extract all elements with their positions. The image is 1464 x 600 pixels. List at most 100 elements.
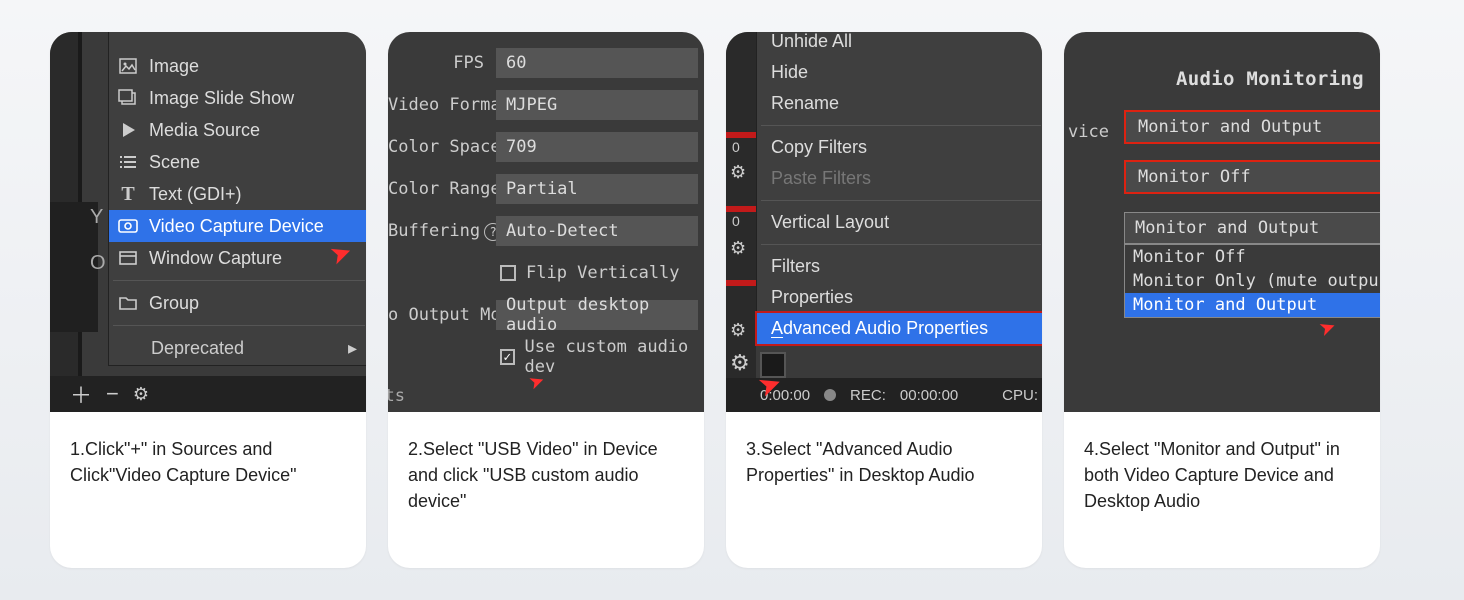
video-format-label: Video Format [388,95,496,115]
sources-item-video-capture-device[interactable]: Video Capture Device [109,210,366,242]
flip-vertically-checkbox[interactable] [500,265,516,281]
color-space-label: Color Space [388,137,496,157]
step-card-3: 0 ⚙ 0 ⚙ ⚙ ⚙ Unhide All Hide Rename Copy … [726,32,1042,568]
slideshow-icon [117,87,139,109]
output-mode-label: o Output Mode [388,305,496,325]
step-caption-4: 4.Select "Monitor and Output" in both Vi… [1064,412,1380,568]
fps-row: FPS 60 [388,42,704,84]
item-label: Image Slide Show [149,88,294,109]
color-space-field[interactable]: 709 [496,132,698,162]
screenshot-3: 0 ⚙ 0 ⚙ ⚙ ⚙ Unhide All Hide Rename Copy … [726,32,1042,412]
folder-icon [117,292,139,314]
monitoring-select-row-1[interactable]: Monitor and Output [1124,110,1380,144]
gear-icon[interactable]: ⚙ [133,384,149,405]
rec-time: 00:00:00 [900,387,958,404]
text-icon: T [117,183,139,205]
menu-separator [761,244,1041,245]
menu-item-unhide-all[interactable]: Unhide All [757,32,1042,57]
cpu-label: CPU: [1002,387,1038,404]
dropdown-option-monitor-off[interactable]: Monitor Off [1125,245,1380,269]
color-range-row: Color Range Partial [388,168,704,210]
record-dot-icon [824,389,836,401]
output-mode-field[interactable]: Output desktop audio [496,300,698,330]
monitoring-select-row-2[interactable]: Monitor Off [1124,160,1380,194]
dropdown-option-monitor-only[interactable]: Monitor Only (mute outpu [1125,269,1380,293]
meter-red-2 [726,206,756,212]
custom-audio-device-label: Use custom audio dev [525,337,704,377]
chevron-right-icon: ▸ [348,338,357,359]
item-label: Text (GDI+) [149,184,242,205]
menu-item-properties[interactable]: Properties [757,282,1042,313]
item-label: Deprecated [151,338,244,359]
rec-label: REC: [850,387,886,404]
monitoring-dropdown-value[interactable]: Monitor and Output [1124,212,1380,244]
gear-icon[interactable]: ⚙ [730,238,746,259]
meter-val-2: 0 [732,213,740,229]
meter-red-3 [726,280,756,286]
fps-field[interactable]: 60 [496,48,698,78]
menu-separator [761,125,1041,126]
monitoring-dropdown-list: Monitor Off Monitor Only (mute outpu Mon… [1124,244,1380,318]
menu-item-hide[interactable]: Hide [757,57,1042,88]
sources-item-text-gdi[interactable]: T Text (GDI+) [109,178,366,210]
sources-item-media-source[interactable]: Media Source [109,114,366,146]
add-source-button[interactable]: ＋ [70,378,92,410]
item-label: Window Capture [149,248,282,269]
item-label: Scene [149,152,200,173]
item-label: Video Capture Device [149,216,324,237]
image-icon [117,55,139,77]
sources-item-scene[interactable]: Scene [109,146,366,178]
sources-item-image[interactable]: Image [109,50,366,82]
buffering-label: Buffering? [388,221,496,241]
color-range-label: Color Range [388,179,496,199]
sources-toolbar: ＋ − ⚙ [50,376,366,412]
output-mode-row: o Output Mode Output desktop audio [388,294,704,336]
step-caption-2: 2.Select "USB Video" in Device and click… [388,412,704,568]
menu-item-copy-filters[interactable]: Copy Filters [757,132,1042,163]
gear-icon-settings[interactable]: ⚙ [730,350,750,376]
custom-audio-device-checkbox[interactable] [500,349,515,365]
menu-item-filters[interactable]: Filters [757,251,1042,282]
color-space-row: Color Space 709 [388,126,704,168]
sources-item-group[interactable]: Group [109,287,366,319]
list-icon [117,151,139,173]
buffering-row: Buffering? Auto-Detect [388,210,704,252]
flip-vertically-label: Flip Vertically [526,263,680,283]
meter-val-1: 0 [732,139,740,155]
meter-red-1 [726,132,756,138]
step-caption-3: 3.Select "Advanced Audio Properties" in … [726,412,1042,568]
fps-label: FPS [388,53,496,73]
buffering-field[interactable]: Auto-Detect [496,216,698,246]
dropdown-option-monitor-and-output[interactable]: Monitor and Output [1125,293,1380,317]
step-card-2: FPS 60 Video Format MJPEG Color Space 70… [388,32,704,568]
flip-vertically-row[interactable]: Flip Vertically [388,252,704,294]
gear-icon[interactable]: ⚙ [730,320,746,341]
defaults-button-cut[interactable]: ults [388,386,405,406]
video-format-row: Video Format MJPEG [388,84,704,126]
sources-item-image-slide-show[interactable]: Image Slide Show [109,82,366,114]
remove-source-button[interactable]: − [106,381,119,407]
menu-item-rename[interactable]: Rename [757,88,1042,119]
color-range-field[interactable]: Partial [496,174,698,204]
menu-item-advanced-audio-properties[interactable]: Advanced Audio Properties [755,311,1042,346]
video-format-field[interactable]: MJPEG [496,90,698,120]
item-label: Media Source [149,120,260,141]
sources-item-deprecated[interactable]: Deprecated ▸ [109,332,366,365]
menu-item-vertical-layout[interactable]: Vertical Layout [757,207,1042,238]
step-card-4: Audio Monitoring vice Monitor and Output… [1064,32,1380,568]
sources-item-browser-partial[interactable] [109,32,366,50]
screenshot-4: Audio Monitoring vice Monitor and Output… [1064,32,1380,412]
device-label-cut: vice [1068,122,1109,142]
custom-audio-device-row[interactable]: Use custom audio dev [388,336,704,378]
add-source-menu: Image Image Slide Show Media Source Scen… [108,32,366,366]
screenshot-1: Y O Image Image Slide Show Media Source … [50,32,366,412]
gear-icon[interactable]: ⚙ [730,162,746,183]
help-icon[interactable]: ? [484,223,496,241]
menu-item-paste-filters: Paste Filters [757,163,1042,194]
item-label: Group [149,293,199,314]
menu-separator [113,325,365,326]
step-caption-1: 1.Click"+" in Sources and Click"Video Ca… [50,412,366,568]
window-icon [117,247,139,269]
audio-context-menu: Unhide All Hide Rename Copy Filters Past… [756,32,1042,345]
step-card-1: Y O Image Image Slide Show Media Source … [50,32,366,568]
